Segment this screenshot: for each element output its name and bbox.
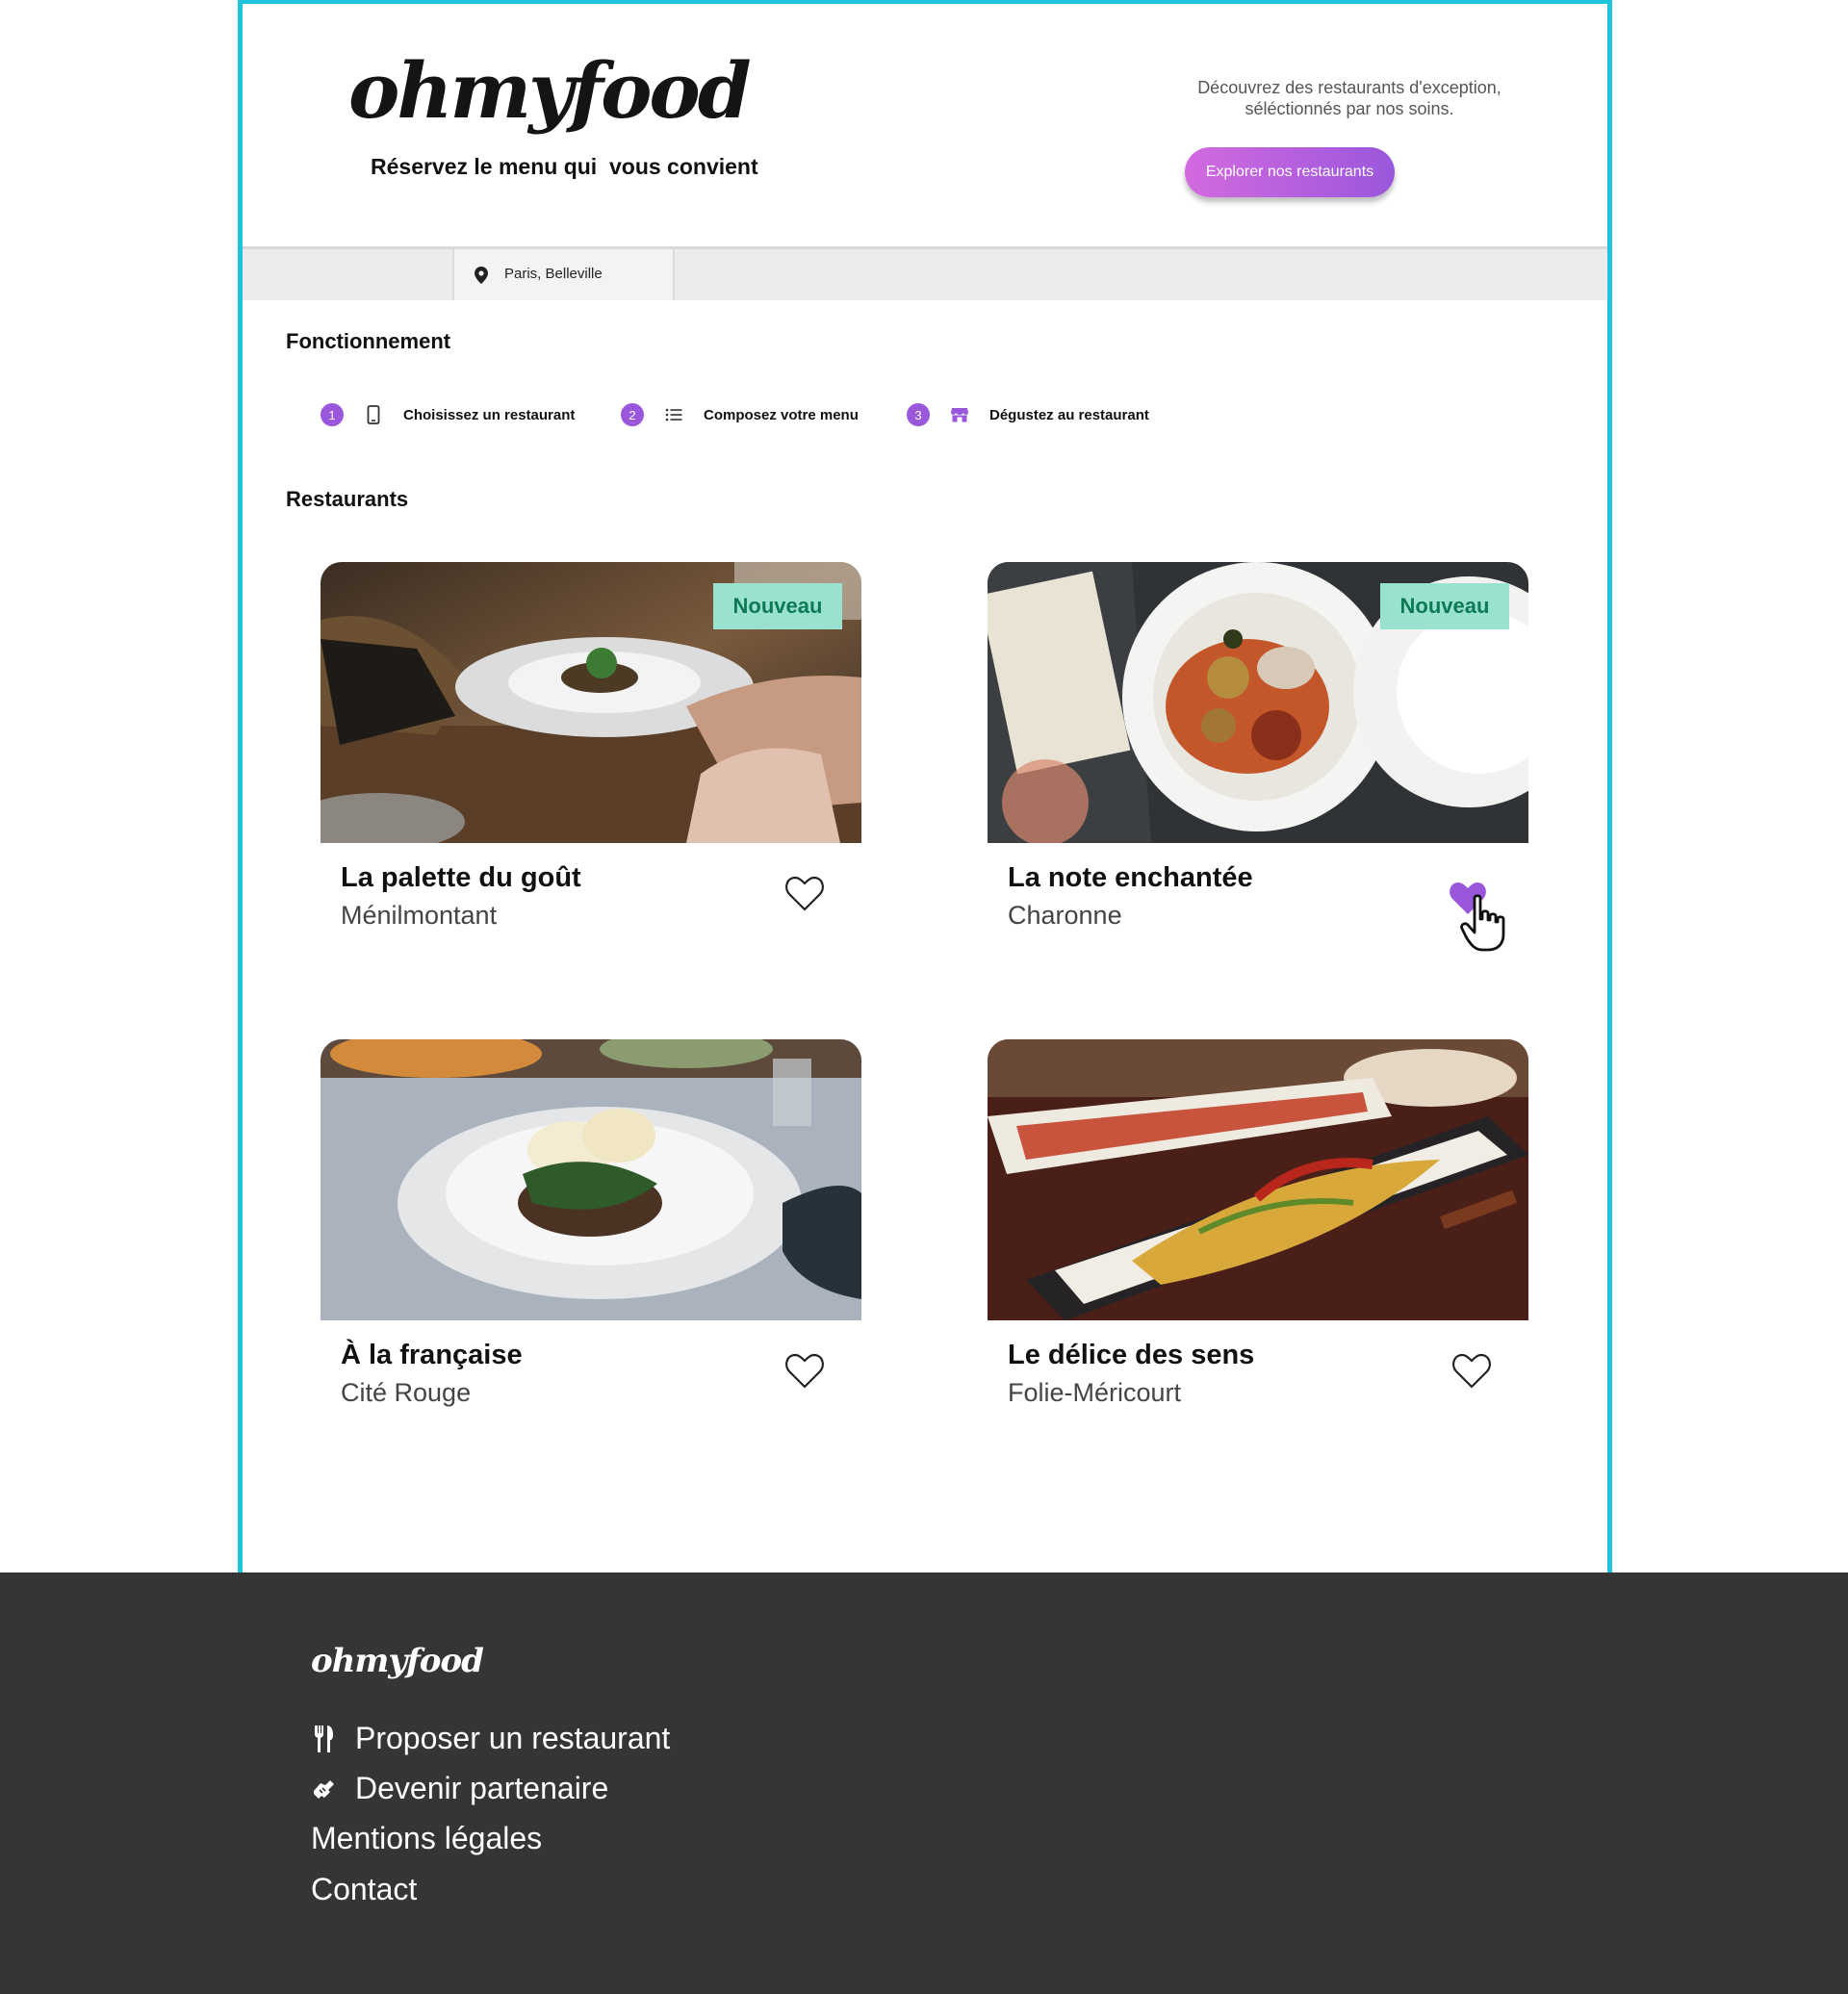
step-1: 1 Choisissez un restaurant xyxy=(321,401,575,428)
footer-link-contact[interactable]: Contact xyxy=(311,1872,417,1907)
hero-text-line-1: Découvrez des restaurants d'exception, xyxy=(1197,78,1502,97)
hero-text: Découvrez des restaurants d'exception, s… xyxy=(1109,77,1590,119)
restaurant-name[interactable]: La note enchantée xyxy=(1008,862,1253,894)
heart-icon[interactable] xyxy=(784,1352,825,1391)
restaurant-area: Folie-Méricourt xyxy=(1008,1378,1182,1407)
site-footer: ohmyfood Proposer un restaurant Devenir … xyxy=(0,1572,1848,1994)
footer-link-legal-notice[interactable]: Mentions légales xyxy=(311,1821,542,1856)
restaurant-name[interactable]: La palette du goût xyxy=(341,862,581,894)
site-header: ohmyfood Réservez le menu qui vous convi… xyxy=(243,4,1607,249)
restaurant-photo[interactable] xyxy=(988,1039,1528,1320)
step-number: 2 xyxy=(621,403,644,426)
store-icon xyxy=(949,404,970,425)
footer-link-label: Proposer un restaurant xyxy=(355,1721,671,1755)
logo[interactable]: ohmyfood xyxy=(348,52,752,129)
step-number: 3 xyxy=(907,403,930,426)
page-frame: ohmyfood Réservez le menu qui vous convi… xyxy=(238,0,1612,1572)
restaurant-area: Ménilmontant xyxy=(341,901,498,930)
location-bar: Paris, Belleville xyxy=(243,249,1607,300)
restaurant-card[interactable]: Nouveau La note enchantée Charonne xyxy=(988,562,1528,952)
how-it-works-title: Fonctionnement xyxy=(286,329,451,353)
footer-link-label: Mentions légales xyxy=(311,1821,543,1855)
step-2: 2 Composez votre menu xyxy=(621,401,859,428)
smartphone-icon xyxy=(363,404,384,425)
restaurant-photo[interactable] xyxy=(321,1039,861,1320)
restaurant-area: Cité Rouge xyxy=(341,1378,472,1407)
explore-restaurants-button[interactable]: Explorer nos restaurants xyxy=(1185,147,1395,197)
location-pin-icon xyxy=(475,267,488,284)
restaurant-name[interactable]: Le délice des sens xyxy=(1008,1340,1254,1371)
restaurant-card[interactable]: Le délice des sens Folie-Méricourt xyxy=(988,1039,1528,1424)
restaurant-area: Charonne xyxy=(1008,901,1122,930)
restaurants-title: Restaurants xyxy=(286,487,409,511)
hand-pointer-cursor-icon xyxy=(1460,894,1505,952)
footer-link-propose-restaurant[interactable]: Proposer un restaurant xyxy=(311,1721,670,1756)
footer-link-label: Devenir partenaire xyxy=(355,1771,609,1805)
restaurant-card[interactable]: À la française Cité Rouge xyxy=(321,1039,861,1424)
list-icon xyxy=(663,404,684,425)
footer-link-become-partner[interactable]: Devenir partenaire xyxy=(311,1771,608,1806)
restaurant-name[interactable]: À la française xyxy=(341,1340,523,1371)
restaurant-card[interactable]: Nouveau La palette du goût Ménilmontant xyxy=(321,562,861,947)
footer-logo[interactable]: ohmyfood xyxy=(311,1642,484,1680)
tagline: Réservez le menu qui vous convient xyxy=(371,154,758,179)
location-pill[interactable]: Paris, Belleville xyxy=(452,249,675,300)
step-3: 3 Dégustez au restaurant xyxy=(907,401,1149,428)
handshake-icon xyxy=(311,1775,336,1803)
step-label: Dégustez au restaurant xyxy=(989,406,1149,423)
hero-text-line-2: séléctionnés par nos soins. xyxy=(1245,99,1454,118)
heart-icon[interactable] xyxy=(1451,1352,1492,1391)
footer-link-label: Contact xyxy=(311,1872,418,1906)
location-label: Paris, Belleville xyxy=(504,266,603,282)
new-badge: Nouveau xyxy=(1380,583,1509,629)
step-number: 1 xyxy=(321,403,344,426)
new-badge: Nouveau xyxy=(713,583,842,629)
step-label: Choisissez un restaurant xyxy=(403,406,576,423)
utensils-icon xyxy=(311,1725,336,1753)
heart-icon[interactable] xyxy=(784,875,825,913)
step-label: Composez votre menu xyxy=(704,406,859,423)
